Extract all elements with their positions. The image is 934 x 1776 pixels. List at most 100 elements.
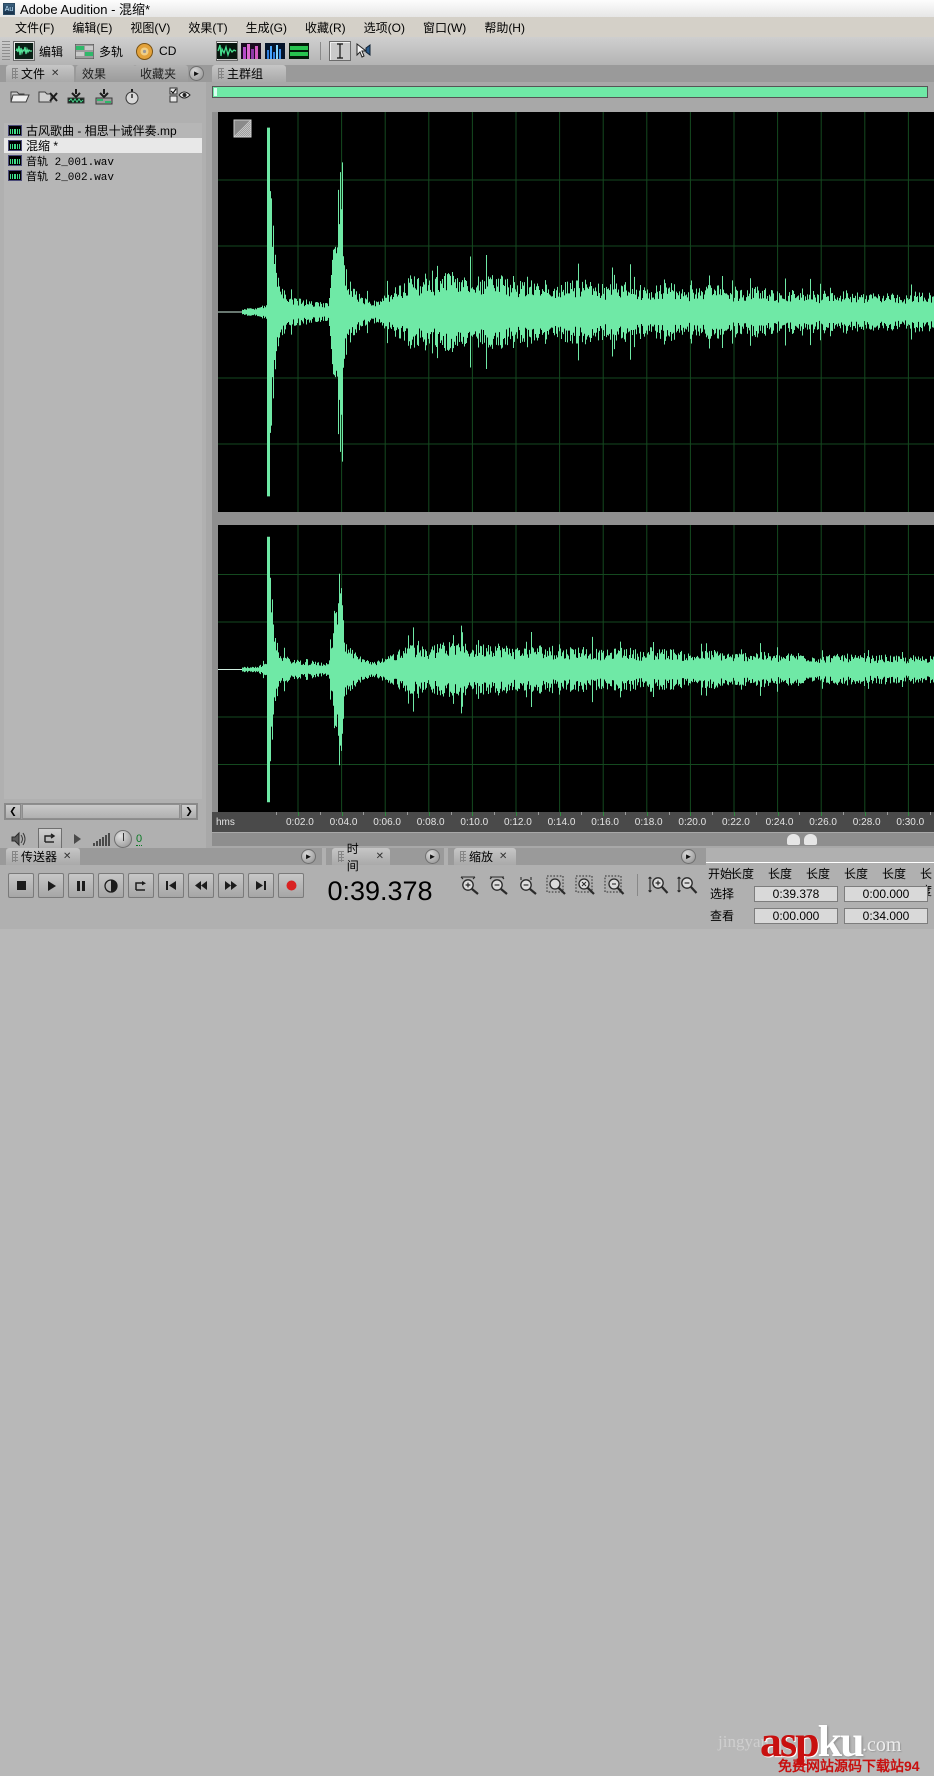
- menu-options[interactable]: 选项(O): [355, 17, 414, 38]
- tab-files[interactable]: 文件 ✕: [6, 65, 74, 82]
- tab-zoom-label: 缩放: [469, 850, 494, 864]
- view-end-field[interactable]: 0:34.000: [844, 907, 928, 924]
- open-file-button[interactable]: [8, 85, 32, 107]
- view-button-spectral-pan[interactable]: [264, 41, 286, 61]
- view-button-multichannel[interactable]: [288, 41, 310, 61]
- ruler-minor-tick: [319, 812, 321, 815]
- multichannel-icon: [289, 43, 310, 59]
- close-icon[interactable]: ✕: [51, 68, 59, 79]
- tab-grip-icon: [12, 68, 18, 79]
- view-button-waveform[interactable]: [216, 41, 239, 61]
- panel-menu-button[interactable]: ►: [189, 66, 204, 81]
- tab-zoom[interactable]: 缩放 ✕: [454, 848, 516, 865]
- menu-help[interactable]: 帮助(H): [475, 17, 534, 38]
- auto-play-button[interactable]: [120, 85, 144, 107]
- preview-volume-knob[interactable]: [114, 830, 132, 848]
- multitrack-view-button[interactable]: [73, 41, 95, 61]
- play-preview-button[interactable]: [72, 833, 82, 845]
- scroll-thumb[interactable]: [22, 804, 180, 819]
- menu-favorites[interactable]: 收藏(R): [296, 17, 355, 38]
- close-icon[interactable]: ✕: [376, 851, 384, 862]
- pause-button[interactable]: [68, 873, 94, 898]
- zoom-in-to-right-edge-button[interactable]: [601, 873, 628, 897]
- ruler-tick: [516, 812, 517, 816]
- main-tabrow: 主群组: [206, 65, 934, 82]
- spectral-pan-icon: [265, 43, 286, 59]
- view-button-spectral-frequency[interactable]: [240, 41, 262, 61]
- tab-effects[interactable]: 效果: [76, 65, 136, 82]
- zoom-in-horizontally-button[interactable]: [456, 873, 483, 897]
- list-item[interactable]: 古风歌曲 - 相思十诫伴奏.mp: [4, 123, 202, 138]
- master-level-meter[interactable]: [212, 86, 928, 98]
- cd-view-button[interactable]: [133, 41, 155, 61]
- insert-into-cd-button[interactable]: [92, 85, 116, 107]
- watermark-com: .com: [862, 1734, 902, 1756]
- zoom-selection-icon: [546, 875, 566, 895]
- menu-generate[interactable]: 生成(G): [237, 17, 296, 38]
- file-list-hscrollbar[interactable]: ❮ ❯: [4, 803, 198, 820]
- file-list[interactable]: 古风歌曲 - 相思十诫伴奏.mp 混缩 * 音轨 2_001.wav 音轨 2_…: [4, 123, 202, 799]
- rewind-button[interactable]: [188, 873, 214, 898]
- view-start-field[interactable]: 0:00.000: [754, 907, 838, 924]
- scroll-right-button[interactable]: ❯: [181, 804, 197, 819]
- record-button[interactable]: [278, 873, 304, 898]
- time-menu-button[interactable]: ►: [425, 849, 440, 864]
- play-button[interactable]: [38, 873, 64, 898]
- list-item[interactable]: 混缩 *: [4, 138, 202, 153]
- close-icon[interactable]: ✕: [63, 851, 71, 862]
- zoom-menu-button[interactable]: ►: [681, 849, 696, 864]
- show-file-info-button[interactable]: [168, 85, 192, 107]
- close-file-button[interactable]: [36, 85, 60, 107]
- menu-view[interactable]: 视图(V): [121, 17, 179, 38]
- waveform-display[interactable]: [212, 112, 934, 812]
- zoom-to-selection-button[interactable]: [543, 873, 570, 897]
- menu-edit[interactable]: 编辑(E): [63, 17, 121, 38]
- ruler-minor-tick: [930, 812, 932, 815]
- half-circle-icon: [104, 878, 118, 893]
- stop-button[interactable]: [8, 873, 34, 898]
- zoom-out-horizontal-icon: [489, 876, 508, 895]
- close-icon[interactable]: ✕: [499, 851, 507, 862]
- scroll-left-button[interactable]: ❮: [5, 804, 21, 819]
- waveform-hscrollbar[interactable]: [212, 833, 934, 846]
- tab-grip-icon: [338, 851, 344, 862]
- zoom-out-vertically-button[interactable]: [674, 873, 701, 897]
- stereo-waveform-canvas[interactable]: [212, 112, 934, 812]
- marquee-tool-button[interactable]: [353, 41, 375, 61]
- timeline-ruler[interactable]: hms 0:02.0 0:04.0 0:06.0 0:08.0 0:10.0 0:12.0…: [212, 812, 934, 832]
- list-item[interactable]: 音轨 2_001.wav: [4, 153, 202, 169]
- time-tabrow: 时间 ✕ ►: [326, 842, 444, 873]
- zoom-out-full-button[interactable]: [514, 873, 541, 897]
- tab-main-group[interactable]: 主群组: [212, 65, 286, 82]
- go-to-end-button[interactable]: [248, 873, 274, 898]
- tab-time[interactable]: 时间 ✕: [332, 842, 390, 873]
- list-item[interactable]: 音轨 2_002.wav: [4, 168, 202, 184]
- scroll-handle-right[interactable]: [804, 834, 817, 845]
- zoom-out-horizontally-button[interactable]: [485, 873, 512, 897]
- menu-file[interactable]: 文件(F): [6, 17, 63, 38]
- selection-end-field[interactable]: 0:00.000: [844, 885, 928, 902]
- tab-transport[interactable]: 传送器 ✕: [6, 848, 80, 865]
- speaker-icon[interactable]: [8, 830, 30, 848]
- zoom-in-to-left-edge-button[interactable]: [572, 873, 599, 897]
- scroll-handle-left[interactable]: [787, 834, 800, 845]
- menu-window[interactable]: 窗口(W): [414, 17, 475, 38]
- toolbar-grip[interactable]: [2, 41, 10, 61]
- fast-forward-button[interactable]: [218, 873, 244, 898]
- tab-favorites[interactable]: 收藏夹: [134, 65, 188, 82]
- loop-preview-button[interactable]: [38, 828, 62, 850]
- time-selection-tool-button[interactable]: [329, 41, 352, 61]
- go-to-beginning-button[interactable]: [158, 873, 184, 898]
- transport-menu-button[interactable]: ►: [301, 849, 316, 864]
- edit-view-button[interactable]: [13, 41, 35, 61]
- ruler-tick-label: 0:26.0: [809, 817, 837, 828]
- play-from-cursor-button[interactable]: [98, 873, 124, 898]
- selection-start-field[interactable]: 0:39.378: [754, 885, 838, 902]
- ruler-minor-tick: [581, 812, 583, 815]
- menu-effects[interactable]: 效果(T): [179, 17, 236, 38]
- ruler-tick: [777, 812, 779, 816]
- insert-into-multitrack-button[interactable]: [64, 85, 88, 107]
- loop-play-button[interactable]: [128, 873, 154, 898]
- time-display[interactable]: 0:39.378: [326, 876, 434, 907]
- zoom-in-vertically-button[interactable]: [645, 873, 672, 897]
